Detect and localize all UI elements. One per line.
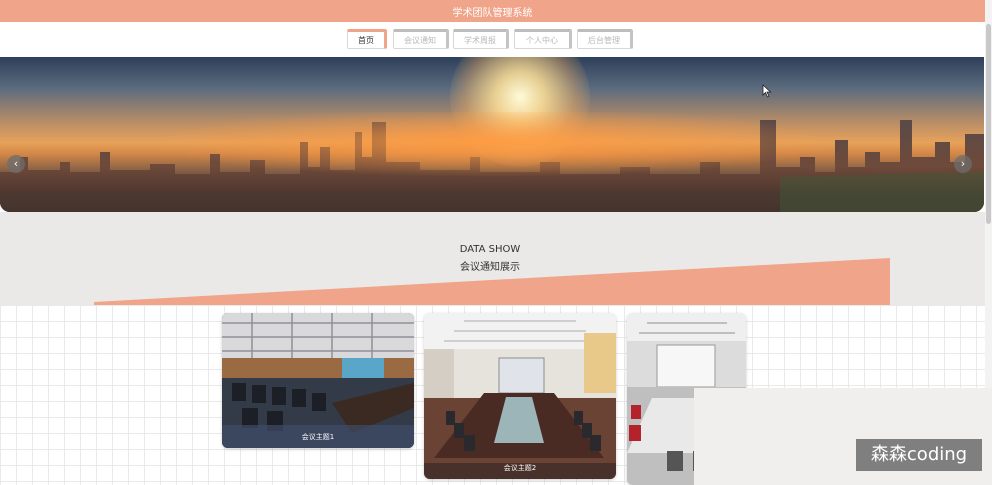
chevron-right-icon: › <box>960 157 966 170</box>
top-nav: 首页 会议通知 学术周报 个人中心 后台管理 <box>0 22 985 56</box>
carousel-next-button[interactable]: › <box>954 155 972 173</box>
tab-meeting-notice[interactable]: 会议通知 <box>393 29 449 49</box>
tab-personal-center-label: 个人中心 <box>526 35 558 45</box>
card-caption-2: 会议主题2 <box>503 464 537 472</box>
tab-personal-center[interactable]: 个人中心 <box>514 29 572 49</box>
hero-carousel[interactable]: ‹ › <box>0 57 984 212</box>
mouse-cursor-icon <box>762 84 772 98</box>
conference-room-image-2 <box>424 313 616 479</box>
carousel-prev-button[interactable]: ‹ <box>7 155 25 173</box>
app-title: 学术团队管理系统 <box>452 7 533 19</box>
app-header: 学术团队管理系统 <box>0 0 985 22</box>
tab-meeting-notice-label: 会议通知 <box>404 35 436 45</box>
meeting-card-2[interactable]: 会议主题2 <box>424 313 616 479</box>
section-title: DATA SHOW <box>459 244 521 255</box>
decorative-stripe <box>94 258 890 306</box>
tab-home-label: 首页 <box>358 35 374 45</box>
meeting-card-1[interactable]: 会议主题1 <box>222 313 414 448</box>
card-caption-1: 会议主题1 <box>301 433 335 441</box>
tab-academic-weekly[interactable]: 学术周报 <box>453 29 509 49</box>
tab-home[interactable]: 首页 <box>347 29 387 49</box>
watermark-label: 森森coding <box>856 439 982 471</box>
tab-admin[interactable]: 后台管理 <box>577 29 633 49</box>
tab-academic-weekly-label: 学术周报 <box>464 35 496 45</box>
tab-admin-label: 后台管理 <box>588 35 620 45</box>
scrollbar-thumb[interactable] <box>986 24 991 224</box>
chevron-left-icon: ‹ <box>13 157 19 170</box>
city-skyline-image <box>0 112 984 212</box>
conference-room-image-1 <box>222 313 414 448</box>
